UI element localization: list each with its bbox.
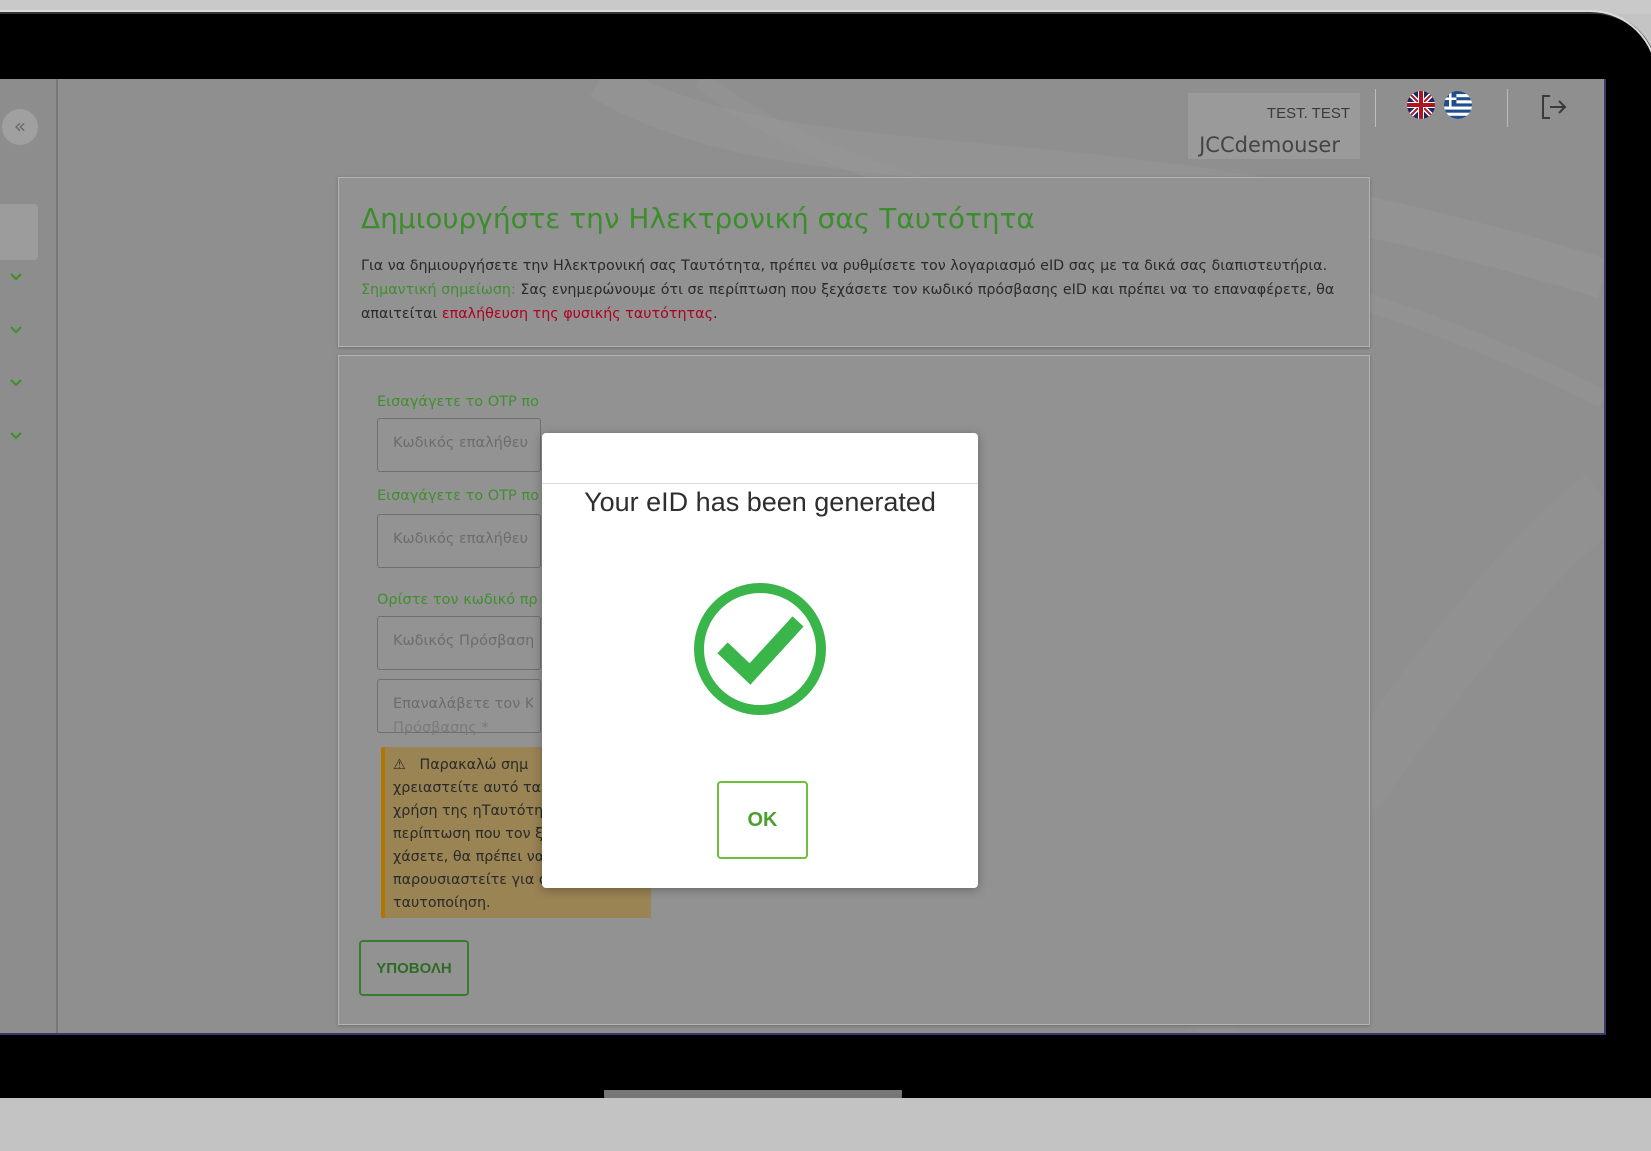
- intro-card: Δημιουργήστε την Ηλεκτρονική σας Ταυτότη…: [338, 177, 1370, 347]
- warning-line: ταυτοποίηση.: [393, 895, 491, 911]
- otp-input-2[interactable]: Κωδικός επαλήθευ: [377, 514, 541, 568]
- otp-placeholder-2: Κωδικός επαλήθευ: [393, 531, 528, 547]
- success-check-icon: [694, 583, 826, 715]
- intro-line: Για να δημιουργήσετε την Ηλεκτρονική σας…: [361, 258, 1328, 274]
- important-note-label: Σημαντική σημείωση:: [361, 282, 516, 298]
- laptop-base: [0, 1098, 1651, 1151]
- user-info: TEST. TEST JCCdemouser: [1188, 93, 1360, 159]
- intro-description: Για να δημιουργήσετε την Ηλεκτρονική σας…: [361, 254, 1361, 326]
- password-placeholder: Κωδικός Πρόσβαση: [393, 633, 533, 649]
- password-input[interactable]: Κωδικός Πρόσβαση: [377, 616, 541, 670]
- note-end: .: [712, 306, 718, 322]
- user-display-name: TEST. TEST: [1266, 105, 1350, 122]
- warning-icon: ⚠: [393, 757, 406, 773]
- warning-line: χρειαστείτε αυτό τα: [393, 780, 542, 796]
- chevron-down-icon[interactable]: [8, 375, 24, 391]
- password-label: Ορίστε τον κωδικό πρ: [377, 592, 538, 608]
- greek-flag-icon[interactable]: [1444, 91, 1472, 119]
- ok-button[interactable]: OK: [717, 781, 808, 859]
- collapse-icon: «: [13, 114, 27, 138]
- modal-divider: [542, 483, 978, 484]
- otp-label-2: Εισαγάγετε το OTP πο: [377, 488, 539, 504]
- submit-button[interactable]: ΥΠΟΒΟΛΗ: [359, 940, 469, 996]
- username: JCCdemouser: [1199, 133, 1340, 157]
- repeat-password-placeholder-2: Πρόσβασης *: [393, 720, 489, 736]
- header-divider: [1375, 89, 1376, 127]
- sidebar-active-item[interactable]: [0, 204, 38, 260]
- chevron-down-icon[interactable]: [8, 428, 24, 444]
- modal-message: Your eID has been generated: [584, 487, 936, 517]
- repeat-password-placeholder: Επαναλάβετε τον Κ: [393, 696, 533, 712]
- success-modal: Your eID has been generated OK: [542, 433, 978, 888]
- uk-flag-icon[interactable]: [1407, 91, 1435, 119]
- otp-input-1[interactable]: Κωδικός επαλήθευ: [377, 418, 541, 472]
- identity-verification-link[interactable]: επαλήθευση της φυσικής ταυτότητας: [442, 306, 713, 322]
- sidebar: «: [0, 79, 58, 1033]
- repeat-password-input[interactable]: Επαναλάβετε τον Κ Πρόσβασης *: [377, 679, 541, 736]
- collapse-sidebar-button[interactable]: «: [2, 109, 38, 145]
- chevron-down-icon[interactable]: [8, 322, 24, 338]
- warning-line: Παρακαλώ σημ: [419, 757, 529, 773]
- warning-line: χάσετε, θα πρέπει να: [393, 849, 545, 865]
- otp-label-1: Εισαγάγετε το OTP πο: [377, 394, 539, 410]
- logout-icon[interactable]: [1538, 91, 1570, 123]
- otp-placeholder-1: Κωδικός επαλήθευ: [393, 435, 528, 451]
- header-divider: [1507, 89, 1508, 127]
- app-screen: « TEST. TEST JCCdemouser Δημιουργήστε τη…: [0, 79, 1606, 1035]
- chevron-down-icon[interactable]: [8, 269, 24, 285]
- page-title: Δημιουργήστε την Ηλεκτρονική σας Ταυτότη…: [361, 202, 1035, 235]
